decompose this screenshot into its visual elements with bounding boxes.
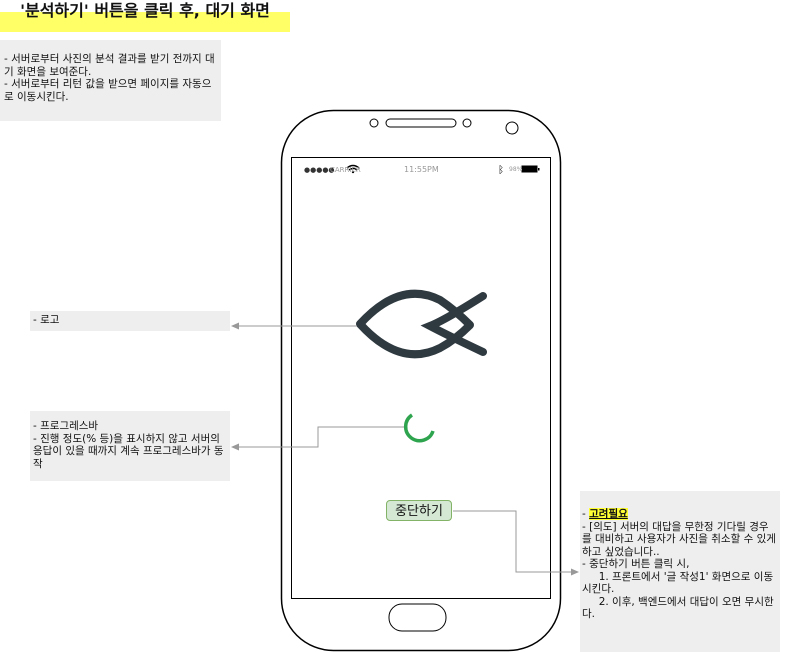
carrier-label: CARRIER (330, 166, 361, 174)
bluetooth-icon: ᛒ (498, 165, 504, 176)
battery-label: 98% (509, 166, 523, 173)
cancel-note-body: - [의도] 서버의 대답을 무한정 기다릴 경우를 대비하고 사용자가 사진을… (582, 520, 776, 621)
cancel-note: - 고려필요 - [의도] 서버의 대답을 무한정 기다릴 경우를 대비하고 사… (580, 491, 780, 652)
arrow-head (571, 568, 579, 576)
phone-screen (291, 157, 551, 599)
consideration-highlight: 고려필요 (589, 508, 628, 520)
logo-note: - 로고 (30, 311, 230, 331)
time-label: 11:55PM (404, 165, 439, 174)
cancel-button[interactable]: 중단하기 (386, 500, 452, 521)
arrow-head (231, 443, 239, 451)
progress-note: - 프로그레스바 - 진행 정도(% 등)을 표시하지 않고 서버의 응답이 있… (30, 411, 230, 481)
battery-icon (521, 165, 538, 173)
arrow-head (231, 322, 239, 330)
